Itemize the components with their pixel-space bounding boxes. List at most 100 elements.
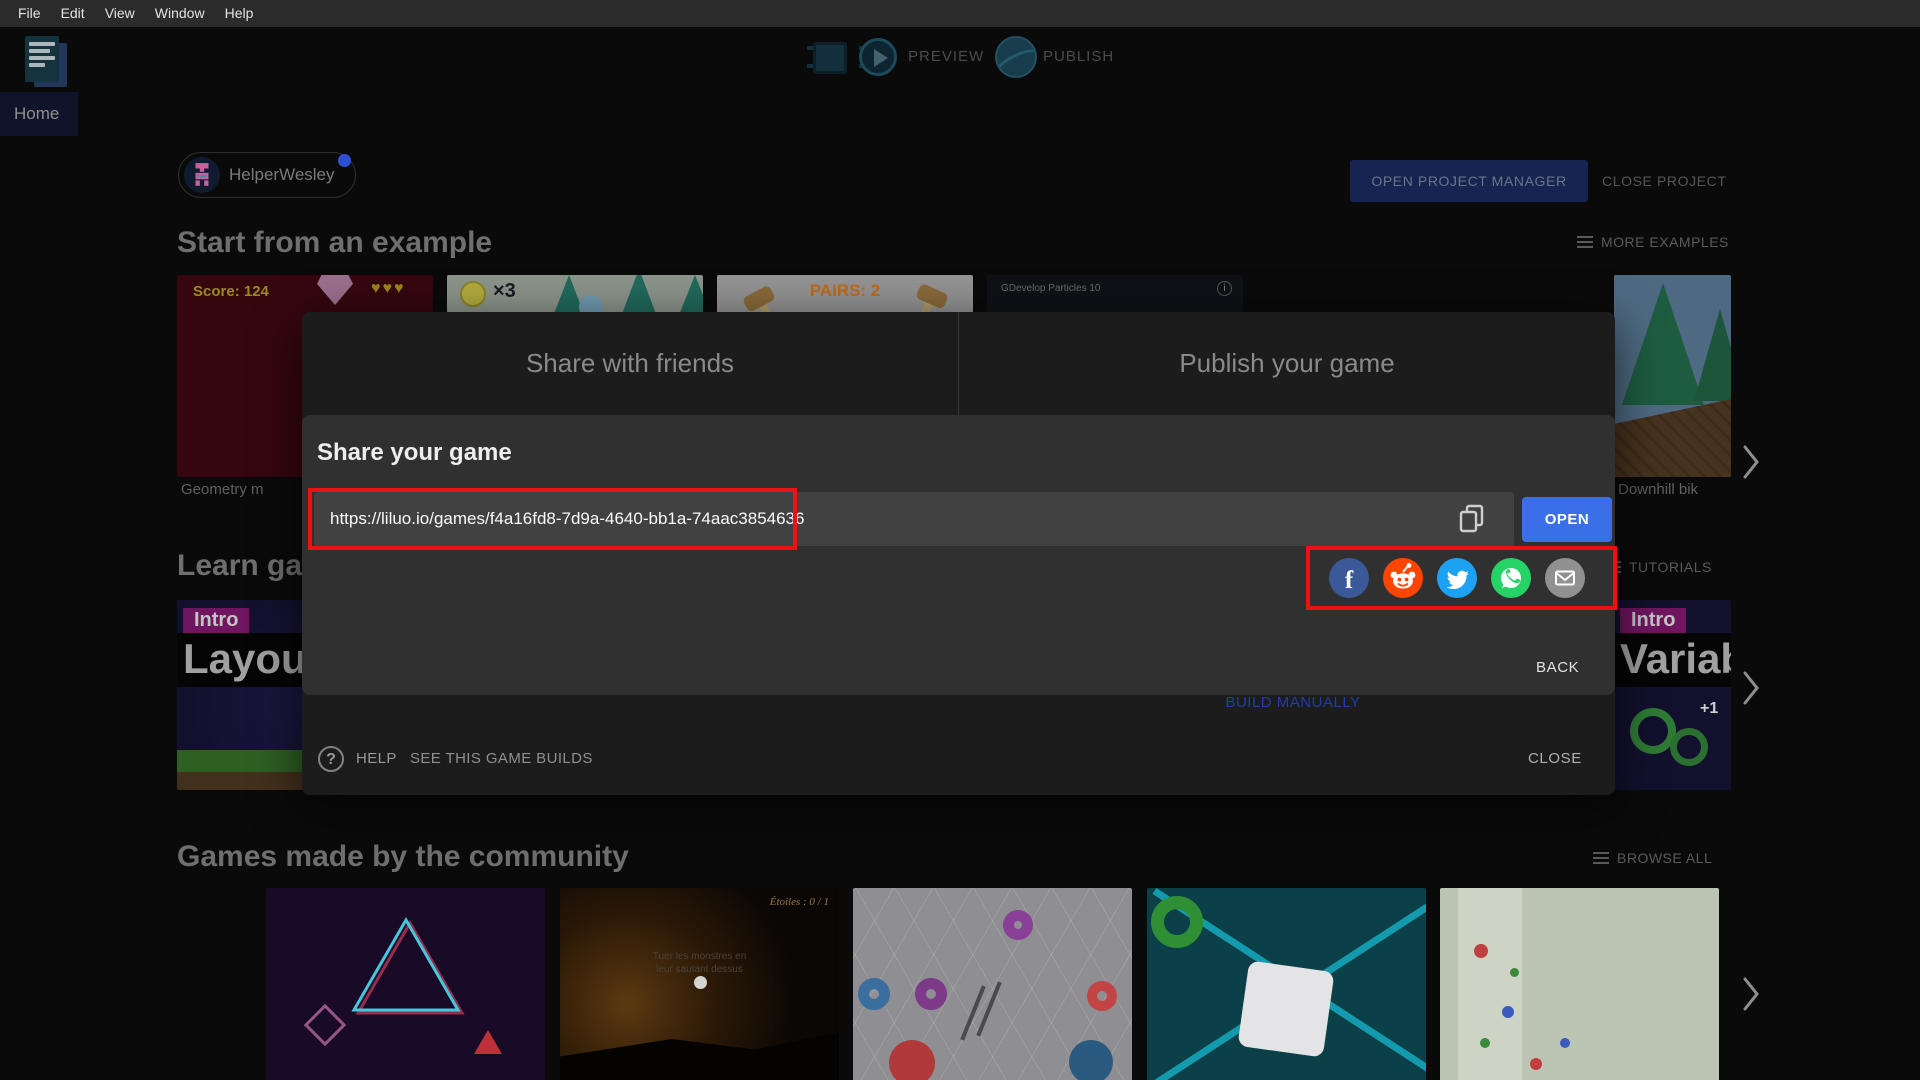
- more-examples-button[interactable]: MORE EXAMPLES: [1577, 234, 1729, 250]
- gdevelop-window: File Edit View Window Help PREVIEW PUBLI…: [0, 0, 1920, 1080]
- whatsapp-icon: [1501, 568, 1521, 588]
- scroll-right-chevron[interactable]: [1742, 444, 1760, 483]
- reddit-icon: [1390, 563, 1416, 589]
- tutorials-button[interactable]: TUTORIALS: [1605, 559, 1712, 575]
- light-column-shape: [1458, 888, 1522, 1080]
- menu-bar: File Edit View Window Help: [0, 0, 1920, 27]
- community-section-title: Games made by the community: [177, 840, 629, 873]
- community-card-garden[interactable]: [1440, 888, 1719, 1080]
- community-card-tron[interactable]: [1147, 888, 1426, 1080]
- preview-button[interactable]: PREVIEW: [908, 48, 984, 65]
- email-share-button[interactable]: [1545, 558, 1585, 598]
- blob-shape: [1069, 1040, 1113, 1080]
- scroll-right-chevron[interactable]: [1742, 976, 1760, 1015]
- menu-edit[interactable]: Edit: [51, 0, 95, 27]
- preview-play-icon[interactable]: [859, 38, 897, 76]
- player-ball-shape: [694, 976, 707, 989]
- facebook-icon: f: [1344, 566, 1354, 594]
- ground-silhouette: [560, 1032, 839, 1080]
- help-button[interactable]: HELP: [356, 750, 397, 767]
- project-manager-icon[interactable]: [25, 36, 69, 88]
- card-caption[interactable]: Geometry m: [181, 481, 264, 498]
- blob-shape: [889, 1040, 935, 1080]
- share-card: Share your game OPEN f: [302, 415, 1617, 695]
- hearts-icons: ♥♥♥: [371, 280, 406, 297]
- dialog-footer: ? HELP SEE THIS GAME BUILDS CLOSE: [302, 742, 1615, 795]
- avatar: [184, 157, 220, 193]
- ring-shape: [915, 978, 947, 1010]
- examples-section-title: Start from an example: [177, 226, 493, 259]
- community-card-hexagons[interactable]: [853, 888, 1132, 1080]
- scroll-right-chevron[interactable]: [1742, 670, 1760, 709]
- particles-label: GDevelop Particles 10: [1001, 283, 1101, 294]
- copy-url-button[interactable]: [1448, 497, 1496, 541]
- white-square-shape: [1237, 960, 1335, 1058]
- publish-button[interactable]: PUBLISH: [1043, 48, 1114, 65]
- list-icon: [1577, 236, 1593, 248]
- help-icon[interactable]: ?: [318, 746, 344, 772]
- tab-home[interactable]: Home: [0, 92, 78, 136]
- green-ring-shape: [1151, 896, 1203, 948]
- tree-shape: [1694, 309, 1731, 401]
- red-triangle-shape: [474, 1030, 502, 1054]
- coin-multiplier-label: ×3: [493, 280, 516, 302]
- notification-dot: [338, 154, 351, 167]
- tab-publish-your-game[interactable]: Publish your game: [959, 312, 1615, 415]
- intro-badge: Intro: [183, 608, 250, 635]
- username-label: HelperWesley: [229, 165, 335, 184]
- share-dialog: Share with friends Publish your game Sha…: [302, 312, 1617, 795]
- list-icon: [1593, 852, 1609, 864]
- tree-shape: [1622, 283, 1704, 405]
- ring-shape: [1003, 910, 1033, 940]
- profile-chip[interactable]: HelperWesley: [178, 152, 356, 198]
- ring-shape: [1670, 728, 1708, 766]
- stars-counter-label: Étoiles : 0 / 1: [769, 896, 829, 908]
- card-caption[interactable]: Downhill bik: [1618, 481, 1698, 498]
- facebook-share-button[interactable]: f: [1329, 558, 1369, 598]
- pentagon-gem-shape: [317, 275, 353, 305]
- score-label: Score: 124: [193, 283, 269, 300]
- game-url-field: [314, 492, 1514, 546]
- example-card-downhill[interactable]: [1614, 275, 1731, 477]
- close-dialog-button[interactable]: CLOSE: [1528, 750, 1582, 767]
- coin-icon: [460, 281, 486, 307]
- learn-card-variables[interactable]: Intro Variab +1: [1614, 600, 1731, 790]
- menu-view[interactable]: View: [95, 0, 145, 27]
- plus-one-label: +1: [1700, 700, 1719, 717]
- browse-all-button[interactable]: BROWSE ALL: [1593, 850, 1712, 866]
- menu-window[interactable]: Window: [145, 0, 215, 27]
- title-strip: Variab: [1614, 633, 1731, 687]
- share-title: Share your game: [317, 439, 512, 466]
- community-card-night[interactable]: Étoiles : 0 / 1 Tuer les monstres en leu…: [560, 888, 839, 1080]
- learn-section-title: Learn ga: [177, 549, 303, 582]
- open-project-manager-button[interactable]: OPEN PROJECT MANAGER: [1350, 160, 1588, 202]
- close-project-button[interactable]: CLOSE PROJECT: [1602, 160, 1727, 202]
- menu-file[interactable]: File: [8, 0, 51, 27]
- dirt-shape: [1614, 399, 1731, 477]
- dialog-tabs: Share with friends Publish your game: [302, 312, 1615, 415]
- twitter-icon: [1446, 570, 1469, 590]
- ring-shape: [1087, 981, 1117, 1011]
- info-icon[interactable]: i: [1217, 281, 1232, 296]
- tab-home-label: Home: [14, 104, 60, 123]
- build-manually-link[interactable]: BUILD MANUALLY: [1168, 694, 1418, 711]
- publish-globe-icon[interactable]: [995, 36, 1037, 78]
- stick-shape: [960, 985, 986, 1041]
- hint-text: Tuer les monstres en leur sautant dessus: [652, 951, 747, 975]
- reddit-share-button[interactable]: [1383, 558, 1423, 598]
- back-button[interactable]: BACK: [1524, 653, 1591, 682]
- ring-shape: [858, 978, 890, 1010]
- neon-triangle-shape: [351, 917, 465, 1015]
- copy-icon: [1459, 504, 1484, 532]
- see-game-builds-button[interactable]: SEE THIS GAME BUILDS: [410, 750, 593, 767]
- twitter-share-button[interactable]: [1437, 558, 1477, 598]
- game-url-input[interactable]: [314, 492, 1444, 546]
- intro-badge: Intro: [1620, 608, 1687, 635]
- open-game-button[interactable]: OPEN: [1522, 497, 1612, 542]
- whatsapp-share-button[interactable]: [1491, 558, 1531, 598]
- email-icon: [1555, 570, 1575, 586]
- community-card-neon[interactable]: [266, 888, 545, 1080]
- menu-help[interactable]: Help: [215, 0, 264, 27]
- tab-share-with-friends[interactable]: Share with friends: [302, 312, 959, 415]
- debug-icon[interactable]: [807, 42, 865, 74]
